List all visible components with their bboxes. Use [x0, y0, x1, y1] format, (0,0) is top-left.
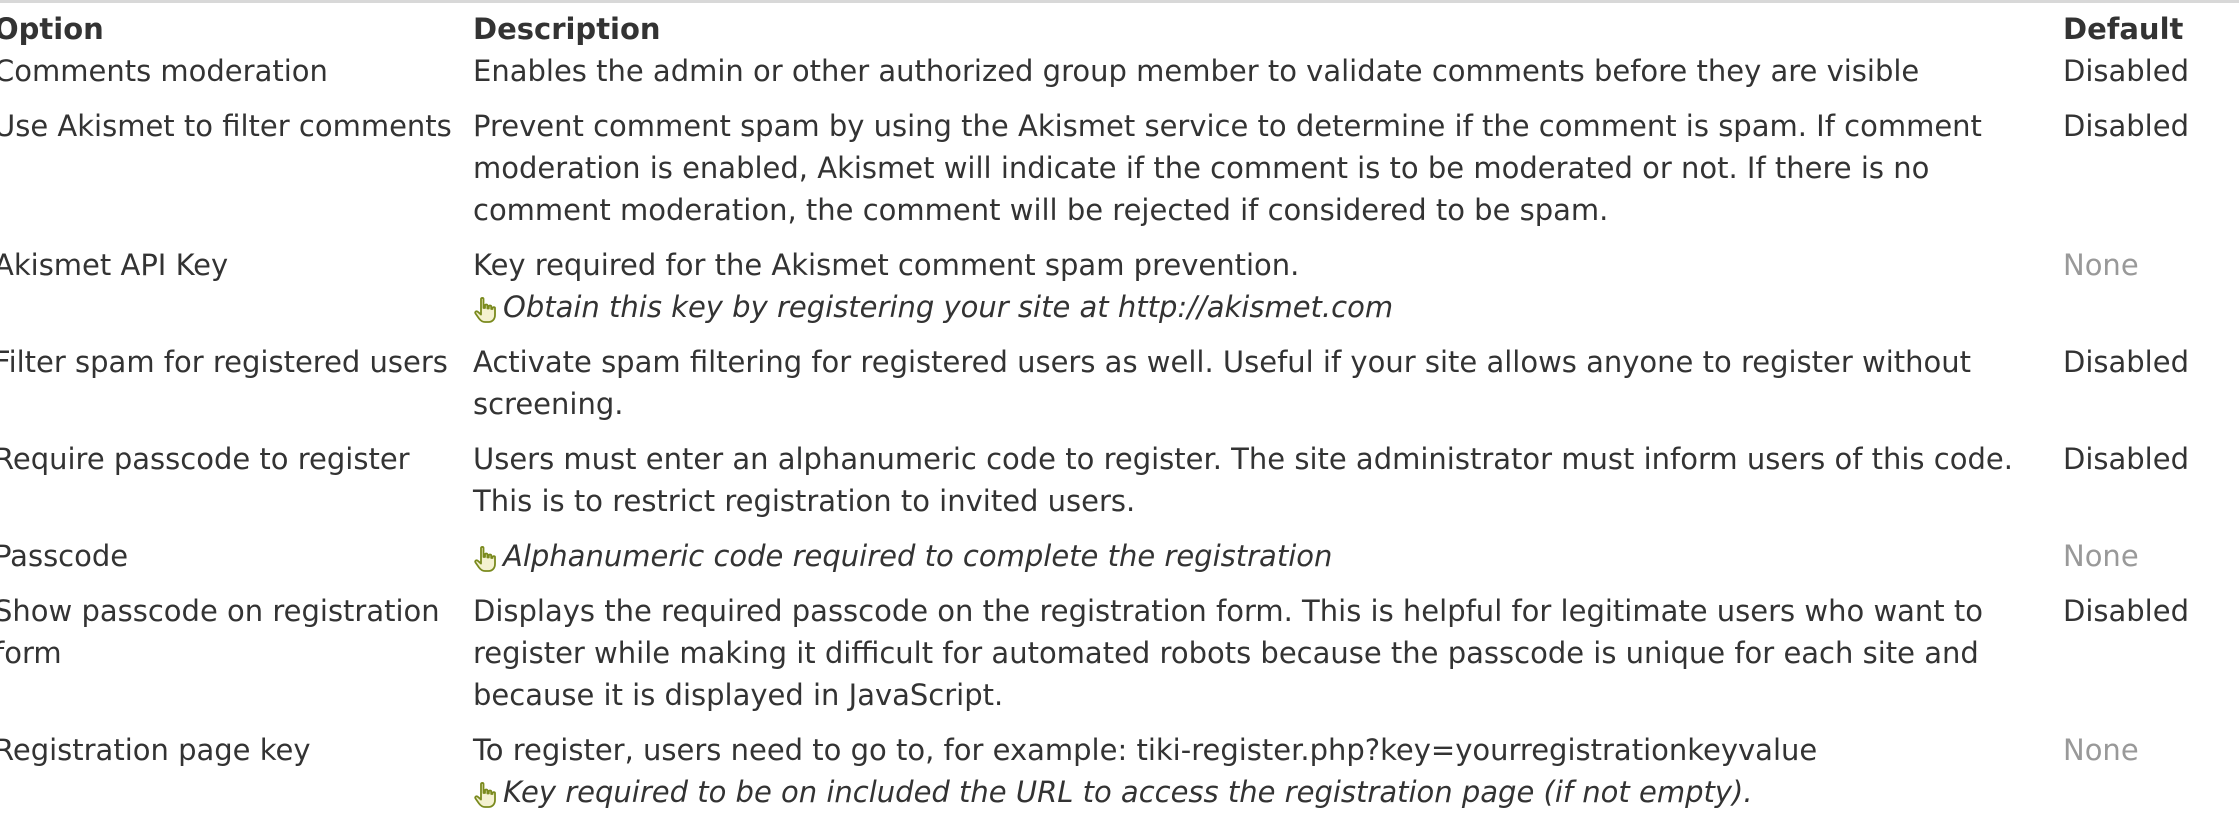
option-default: Disabled: [2063, 345, 2189, 379]
option-default: None: [2063, 248, 2139, 282]
table-row: Use Akismet to filter comments Prevent co…: [0, 105, 2239, 244]
option-hint: Key required to be on included the URL t…: [473, 771, 2039, 813]
option-description: Users must enter an alphanumeric code to…: [473, 442, 2013, 518]
option-label: Require passcode to register: [0, 442, 410, 476]
option-description-cell: Activate spam filtering for registered u…: [473, 341, 2063, 438]
option-description-cell: Prevent comment spam by using the Akisme…: [473, 105, 2063, 244]
option-hint-text: Obtain this key by registering your site…: [503, 290, 1394, 324]
option-default: Disabled: [2063, 54, 2189, 88]
table-row: Show passcode on registration form Displa…: [0, 590, 2239, 729]
option-default: Disabled: [2063, 442, 2189, 476]
option-label: Akismet API Key: [0, 248, 229, 282]
option-description-cell: Alphanumeric code required to complete t…: [473, 535, 2063, 590]
option-label: Comments moderation: [0, 54, 328, 88]
pointing-hand-icon: [473, 293, 499, 323]
option-description: Key required for the Akismet comment spa…: [473, 248, 1300, 282]
table-row: Akismet API Key Key required for the Akis…: [0, 244, 2239, 341]
table-row: Require passcode to register Users must e…: [0, 438, 2239, 535]
option-description-cell: To register, users need to go to, for ex…: [473, 729, 2063, 817]
option-description-cell: Key required for the Akismet comment spa…: [473, 244, 2063, 341]
header-description: Description: [473, 12, 661, 46]
option-description-cell: Users must enter an alphanumeric code to…: [473, 438, 2063, 535]
option-label: Show passcode on registration form: [0, 594, 440, 670]
option-hint-text: Key required to be on included the URL t…: [503, 775, 1753, 809]
option-description: Prevent comment spam by using the Akisme…: [473, 109, 1982, 227]
top-border: [0, 0, 2239, 3]
header-default: Default: [2063, 12, 2184, 46]
table-header-row: Option Description Default: [0, 8, 2239, 50]
option-label: Filter spam for registered users: [0, 345, 448, 379]
table-row: Comments moderation Enables the admin or …: [0, 50, 2239, 105]
table-row: Passcode Alphanumeric code required to co…: [0, 535, 2239, 590]
pointing-hand-icon: [473, 778, 499, 808]
option-default: None: [2063, 733, 2139, 767]
preferences-table: Option Description Default Comments mode…: [0, 8, 2239, 817]
option-default: None: [2063, 539, 2139, 573]
option-description: Displays the required passcode on the re…: [473, 594, 1984, 712]
option-description: Activate spam filtering for registered u…: [473, 345, 1972, 421]
option-hint: Obtain this key by registering your site…: [473, 286, 2039, 328]
option-label: Use Akismet to filter comments: [0, 109, 452, 143]
option-default: Disabled: [2063, 594, 2189, 628]
table-row: Registration page key To register, users …: [0, 729, 2239, 817]
table-row: Filter spam for registered users Activate…: [0, 341, 2239, 438]
option-description: To register, users need to go to, for ex…: [473, 733, 1818, 767]
header-option: Option: [0, 12, 104, 46]
option-label: Registration page key: [0, 733, 311, 767]
option-hint: Alphanumeric code required to complete t…: [473, 535, 2039, 577]
pointing-hand-icon: [473, 542, 499, 572]
option-default: Disabled: [2063, 109, 2189, 143]
option-description: Enables the admin or other authorized gr…: [473, 54, 1920, 88]
option-description-cell: Enables the admin or other authorized gr…: [473, 50, 2063, 105]
option-description-cell: Displays the required passcode on the re…: [473, 590, 2063, 729]
option-hint-text: Alphanumeric code required to complete t…: [503, 539, 1333, 573]
option-label: Passcode: [0, 539, 129, 573]
